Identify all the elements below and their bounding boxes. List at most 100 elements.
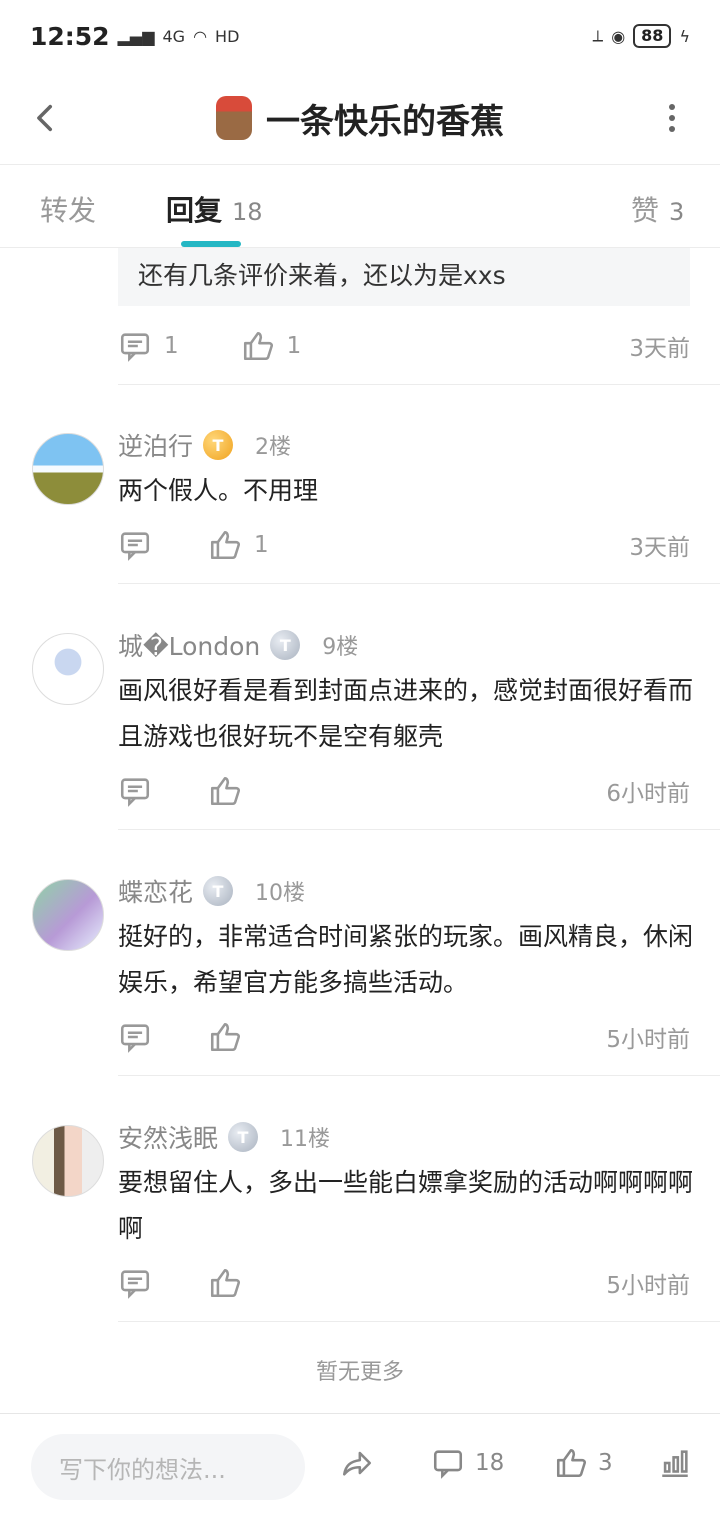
tab-like-label: 赞 <box>631 194 660 227</box>
comment-actions: 5小时前 <box>118 1263 690 1303</box>
like-button[interactable]: 1 <box>241 329 302 363</box>
like-total-count: 3 <box>598 1450 613 1476</box>
tabs: 转发 回复 18 赞3 <box>0 165 720 248</box>
comment-text: 画风很好看是看到封面点进来的，感觉封面很好看而且游戏也很好玩不是空有躯壳 <box>118 676 694 751</box>
floor-number: 2楼 <box>255 435 292 460</box>
share-button[interactable] <box>340 1446 374 1480</box>
tab-like[interactable]: 赞3 <box>631 189 684 229</box>
comment-input[interactable]: 写下你的想法... <box>31 1434 305 1500</box>
comment-time: 5小时前 <box>606 1273 690 1299</box>
reply-button[interactable] <box>118 528 152 562</box>
author-avatar[interactable] <box>216 96 252 140</box>
comment-text: 挺好的，非常适合时间紧张的玩家。画风精良，休闲娱乐，希望官方能多搞些活动。 <box>118 922 694 997</box>
comment-time: 3天前 <box>629 336 690 362</box>
quoted-reply[interactable]: 还有几条评价来着，还以为是xxs <box>118 248 690 306</box>
comment-time: 6小时前 <box>606 781 690 807</box>
status-bar: 12:52 ▂▄▆ 4G ◠ HD ⟂ ◉ 88 ϟ <box>0 0 720 72</box>
comment-icon <box>120 532 150 561</box>
header-title-group: 一条快乐的香蕉 <box>216 94 504 143</box>
username[interactable]: 逆泊行 <box>118 427 193 463</box>
tab-forward-label: 转发 <box>40 194 97 227</box>
like-button[interactable] <box>208 1020 242 1054</box>
comment-icon <box>120 778 150 807</box>
divider <box>118 583 720 584</box>
comment-time: 5小时前 <box>606 1027 690 1053</box>
user-line: 蝶恋花 T 10楼 <box>118 871 305 911</box>
like-button[interactable] <box>208 1266 242 1300</box>
lock-icon: ◉ <box>611 26 626 46</box>
reply-button[interactable] <box>118 1020 152 1054</box>
username[interactable]: 城�London <box>118 627 260 663</box>
comment-icon <box>433 1450 463 1479</box>
signal-icon: ▂▄▆ <box>117 26 155 46</box>
like-count: 1 <box>254 532 269 558</box>
level-badge: T <box>203 876 234 906</box>
status-time: 12:52 <box>30 21 110 51</box>
like-button[interactable]: 1 <box>208 528 269 562</box>
status-right: ⟂ ◉ 88 ϟ <box>593 24 690 48</box>
like-total-button[interactable]: 3 <box>554 1446 613 1480</box>
more-button[interactable] <box>662 90 682 146</box>
like-icon <box>210 1022 240 1052</box>
share-icon <box>342 1451 372 1476</box>
no-more-label: 暂无更多 <box>315 1360 404 1385</box>
quoted-reply-text: 还有几条评价来着，还以为是xxs <box>138 261 506 290</box>
user-avatar[interactable] <box>32 879 104 951</box>
tab-reply-count: 18 <box>232 198 263 226</box>
user-line: 城�London T 9楼 <box>118 625 358 665</box>
comment-count-button[interactable]: 18 <box>431 1446 504 1480</box>
back-icon <box>37 104 53 132</box>
tab-reply[interactable]: 回复 18 <box>166 189 263 229</box>
hd-label: HD <box>215 26 240 46</box>
stats-button[interactable] <box>658 1446 692 1480</box>
like-icon <box>243 331 273 361</box>
level-badge: T <box>228 1122 259 1152</box>
more-icon <box>669 104 675 132</box>
comment-text: 两个假人。不用理 <box>118 476 319 505</box>
comment-count: 18 <box>475 1450 505 1476</box>
comment-actions: 5小时前 <box>118 1017 690 1057</box>
comment-icon <box>120 1270 150 1299</box>
page-title: 一条快乐的香蕉 <box>266 101 504 142</box>
user-avatar[interactable] <box>32 633 104 705</box>
vibrate-icon: ⟂ <box>592 26 604 45</box>
bottom-bar: 写下你的想法... 18 3 <box>0 1413 720 1521</box>
reply-count: 1 <box>164 333 179 359</box>
active-tab-indicator <box>181 241 241 247</box>
level-badge: T <box>203 430 234 460</box>
like-icon <box>210 776 240 806</box>
like-icon <box>210 530 240 560</box>
back-button[interactable] <box>26 90 66 146</box>
user-avatar[interactable] <box>32 433 104 505</box>
comment-icon <box>120 333 150 362</box>
reply-button[interactable] <box>118 774 152 808</box>
wifi-icon: ◠ <box>193 26 208 46</box>
comment-icon <box>120 1024 150 1053</box>
user-avatar[interactable] <box>32 1125 104 1197</box>
divider <box>118 1321 720 1322</box>
network-label: 4G <box>162 26 186 46</box>
like-button[interactable] <box>208 774 242 808</box>
floor-number: 11楼 <box>280 1127 331 1152</box>
user-line: 逆泊行 T 2楼 <box>118 425 291 465</box>
comment-input-placeholder: 写下你的想法... <box>59 1455 226 1484</box>
username[interactable]: 蝶恋花 <box>118 873 193 909</box>
divider <box>118 1075 720 1076</box>
reply-button[interactable]: 1 <box>118 329 179 363</box>
top-comment-actions: 1 1 3天前 <box>118 326 690 366</box>
battery-indicator: 88 <box>633 24 672 48</box>
floor-number: 10楼 <box>255 881 306 906</box>
comment-time: 3天前 <box>629 535 690 561</box>
like-icon <box>556 1448 586 1478</box>
charging-icon: ϟ <box>679 26 690 46</box>
tab-forward[interactable]: 转发 <box>40 189 96 229</box>
page-header: 一条快乐的香蕉 <box>0 72 720 165</box>
comment-actions: 6小时前 <box>118 771 690 811</box>
level-badge: T <box>270 630 301 660</box>
comment-text: 要想留住人，多出一些能白嫖拿奖励的活动啊啊啊啊啊 <box>118 1168 694 1243</box>
like-count: 1 <box>286 333 302 359</box>
reply-button[interactable] <box>118 1266 152 1300</box>
stats-icon <box>662 1450 688 1478</box>
user-line: 安然浅眠 T 11楼 <box>118 1117 330 1157</box>
username[interactable]: 安然浅眠 <box>118 1119 218 1155</box>
